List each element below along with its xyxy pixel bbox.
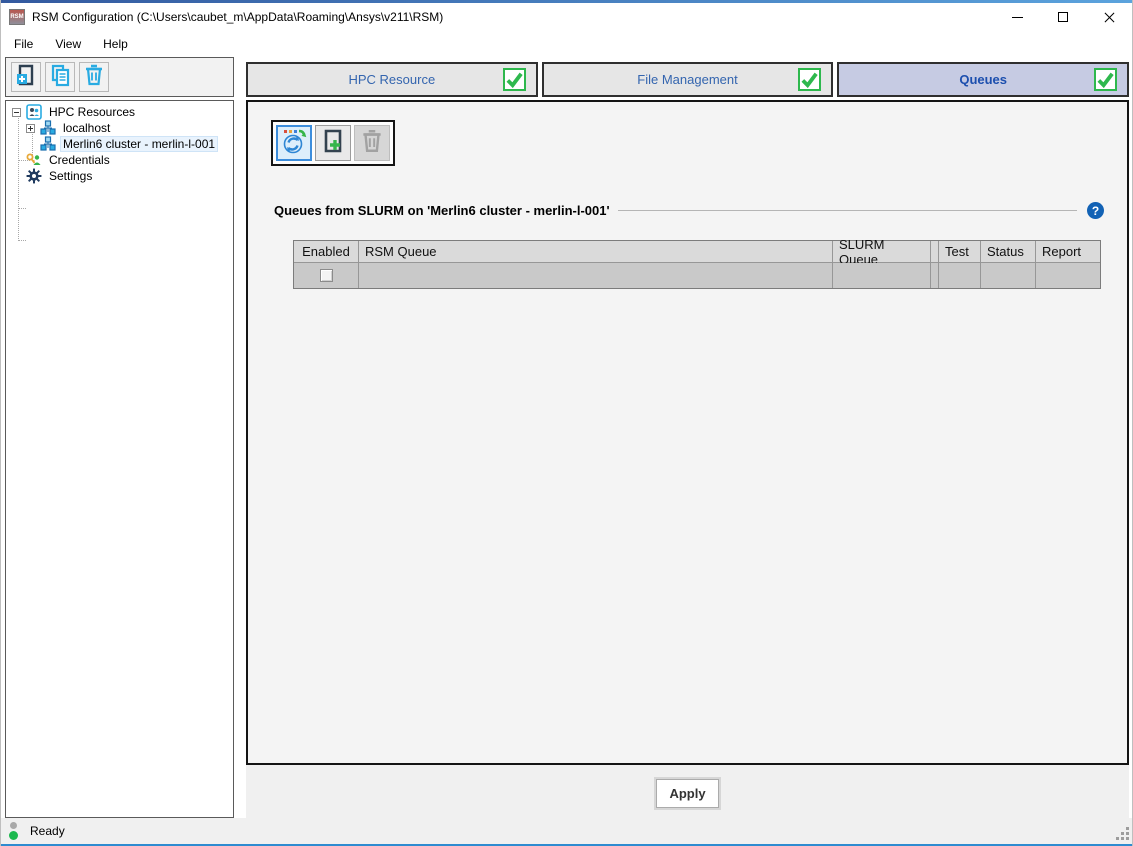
tab-valid-check-icon xyxy=(1094,68,1117,91)
expand-expander-icon[interactable] xyxy=(26,124,35,133)
tree-item-label: Settings xyxy=(47,169,94,183)
maximize-icon xyxy=(1058,12,1068,22)
menu-file[interactable]: File xyxy=(5,33,42,55)
table-row xyxy=(294,263,1100,288)
section-title: Queues from SLURM on 'Merlin6 cluster - … xyxy=(274,203,610,218)
column-header-spacer xyxy=(931,241,939,263)
hpc-resources-icon xyxy=(26,104,42,120)
collapse-expander-icon[interactable] xyxy=(12,108,21,117)
menu-help[interactable]: Help xyxy=(94,33,137,55)
close-button[interactable] xyxy=(1086,3,1132,31)
tab-label: Queues xyxy=(959,72,1007,87)
add-page-icon xyxy=(14,63,38,92)
column-header-enabled: Enabled xyxy=(294,241,359,263)
column-header-test: Test xyxy=(939,241,981,263)
minimize-button[interactable] xyxy=(994,3,1040,31)
tree-item-settings[interactable]: Settings xyxy=(26,168,94,184)
tab-label: HPC Resource xyxy=(348,72,435,87)
column-header-report: Report xyxy=(1036,241,1100,263)
add-queue-button[interactable] xyxy=(315,125,351,161)
tab-valid-check-icon xyxy=(798,68,821,91)
tree-guide-line xyxy=(18,113,19,241)
tree-guide-line xyxy=(18,240,26,241)
apply-area: Apply xyxy=(246,765,1129,818)
status-dot-inactive xyxy=(10,822,17,829)
app-icon: RSM xyxy=(9,9,25,25)
delete-queue-button xyxy=(354,125,390,161)
config-tabs: HPC Resource File Management Queues xyxy=(246,62,1129,97)
delete-resource-button[interactable] xyxy=(79,62,109,92)
enabled-cell xyxy=(294,263,359,288)
close-icon xyxy=(1104,12,1115,23)
menu-bar: File View Help xyxy=(1,31,1132,57)
status-cell xyxy=(981,263,1036,288)
title-bar[interactable]: RSM RSM Configuration (C:\Users\caubet_m… xyxy=(1,3,1132,31)
report-cell xyxy=(1036,263,1100,288)
rsm-configuration-window: RSM RSM Configuration (C:\Users\caubet_m… xyxy=(0,0,1133,846)
status-dot-active xyxy=(9,831,18,840)
column-header-status: Status xyxy=(981,241,1036,263)
tab-hpc-resource[interactable]: HPC Resource xyxy=(246,62,538,97)
queues-table: Enabled RSM Queue SLURM Queue Test Statu… xyxy=(293,240,1101,289)
tree-guide-line xyxy=(18,208,26,209)
trash-icon xyxy=(82,63,106,92)
column-header-slurm-queue: SLURM Queue xyxy=(833,241,931,263)
column-header-rsm-queue: RSM Queue xyxy=(359,241,833,263)
menu-view[interactable]: View xyxy=(46,33,90,55)
resource-tree: HPC Resources localhost xyxy=(5,100,234,818)
resize-grip[interactable] xyxy=(1116,827,1129,840)
status-indicator-icon xyxy=(9,822,18,840)
apply-button[interactable]: Apply xyxy=(656,779,718,808)
tab-valid-check-icon xyxy=(503,68,526,91)
status-text: Ready xyxy=(30,824,65,838)
test-cell[interactable] xyxy=(939,263,981,288)
tab-file-management[interactable]: File Management xyxy=(542,62,834,97)
table-header-row: Enabled RSM Queue SLURM Queue Test Statu… xyxy=(294,241,1100,263)
queues-panel: Queues from SLURM on 'Merlin6 cluster - … xyxy=(246,100,1129,765)
settings-gear-icon xyxy=(26,168,42,184)
tree-item-credentials[interactable]: Credentials xyxy=(26,152,112,168)
section-divider xyxy=(618,210,1077,211)
add-page-icon xyxy=(319,127,347,160)
tree-item-hpc-resources[interactable]: HPC Resources xyxy=(12,104,137,120)
tab-queues[interactable]: Queues xyxy=(837,62,1129,97)
maximize-button[interactable] xyxy=(1040,3,1086,31)
queues-toolbar xyxy=(271,120,395,166)
refresh-queues-button[interactable] xyxy=(276,125,312,161)
tree-item-merlin6-cluster[interactable]: Merlin6 cluster - merlin-l-001 xyxy=(40,136,217,152)
help-icon[interactable]: ? xyxy=(1087,202,1104,219)
window-title: RSM Configuration (C:\Users\caubet_m\App… xyxy=(32,10,443,24)
refresh-icon xyxy=(280,127,308,160)
tab-label: File Management xyxy=(637,72,737,87)
spacer-cell xyxy=(931,263,939,288)
tree-item-label: Credentials xyxy=(47,153,112,167)
credentials-icon xyxy=(26,152,42,168)
cluster-icon xyxy=(40,120,56,136)
copy-icon xyxy=(48,63,72,92)
tree-item-label: HPC Resources xyxy=(47,105,137,119)
enabled-checkbox[interactable] xyxy=(320,269,333,282)
rsm-queue-cell[interactable] xyxy=(359,263,833,288)
status-bar: Ready xyxy=(1,818,1132,844)
minimize-icon xyxy=(1012,17,1023,18)
slurm-queue-cell[interactable] xyxy=(833,263,931,288)
tree-item-localhost[interactable]: localhost xyxy=(26,120,112,136)
resource-toolbar xyxy=(5,57,234,97)
tree-item-label: Merlin6 cluster - merlin-l-001 xyxy=(61,137,217,151)
add-resource-button[interactable] xyxy=(11,62,41,92)
trash-disabled-icon xyxy=(359,128,385,159)
cluster-icon xyxy=(40,136,56,152)
section-header: Queues from SLURM on 'Merlin6 cluster - … xyxy=(274,202,1104,219)
copy-resource-button[interactable] xyxy=(45,62,75,92)
tree-item-label: localhost xyxy=(61,121,112,135)
